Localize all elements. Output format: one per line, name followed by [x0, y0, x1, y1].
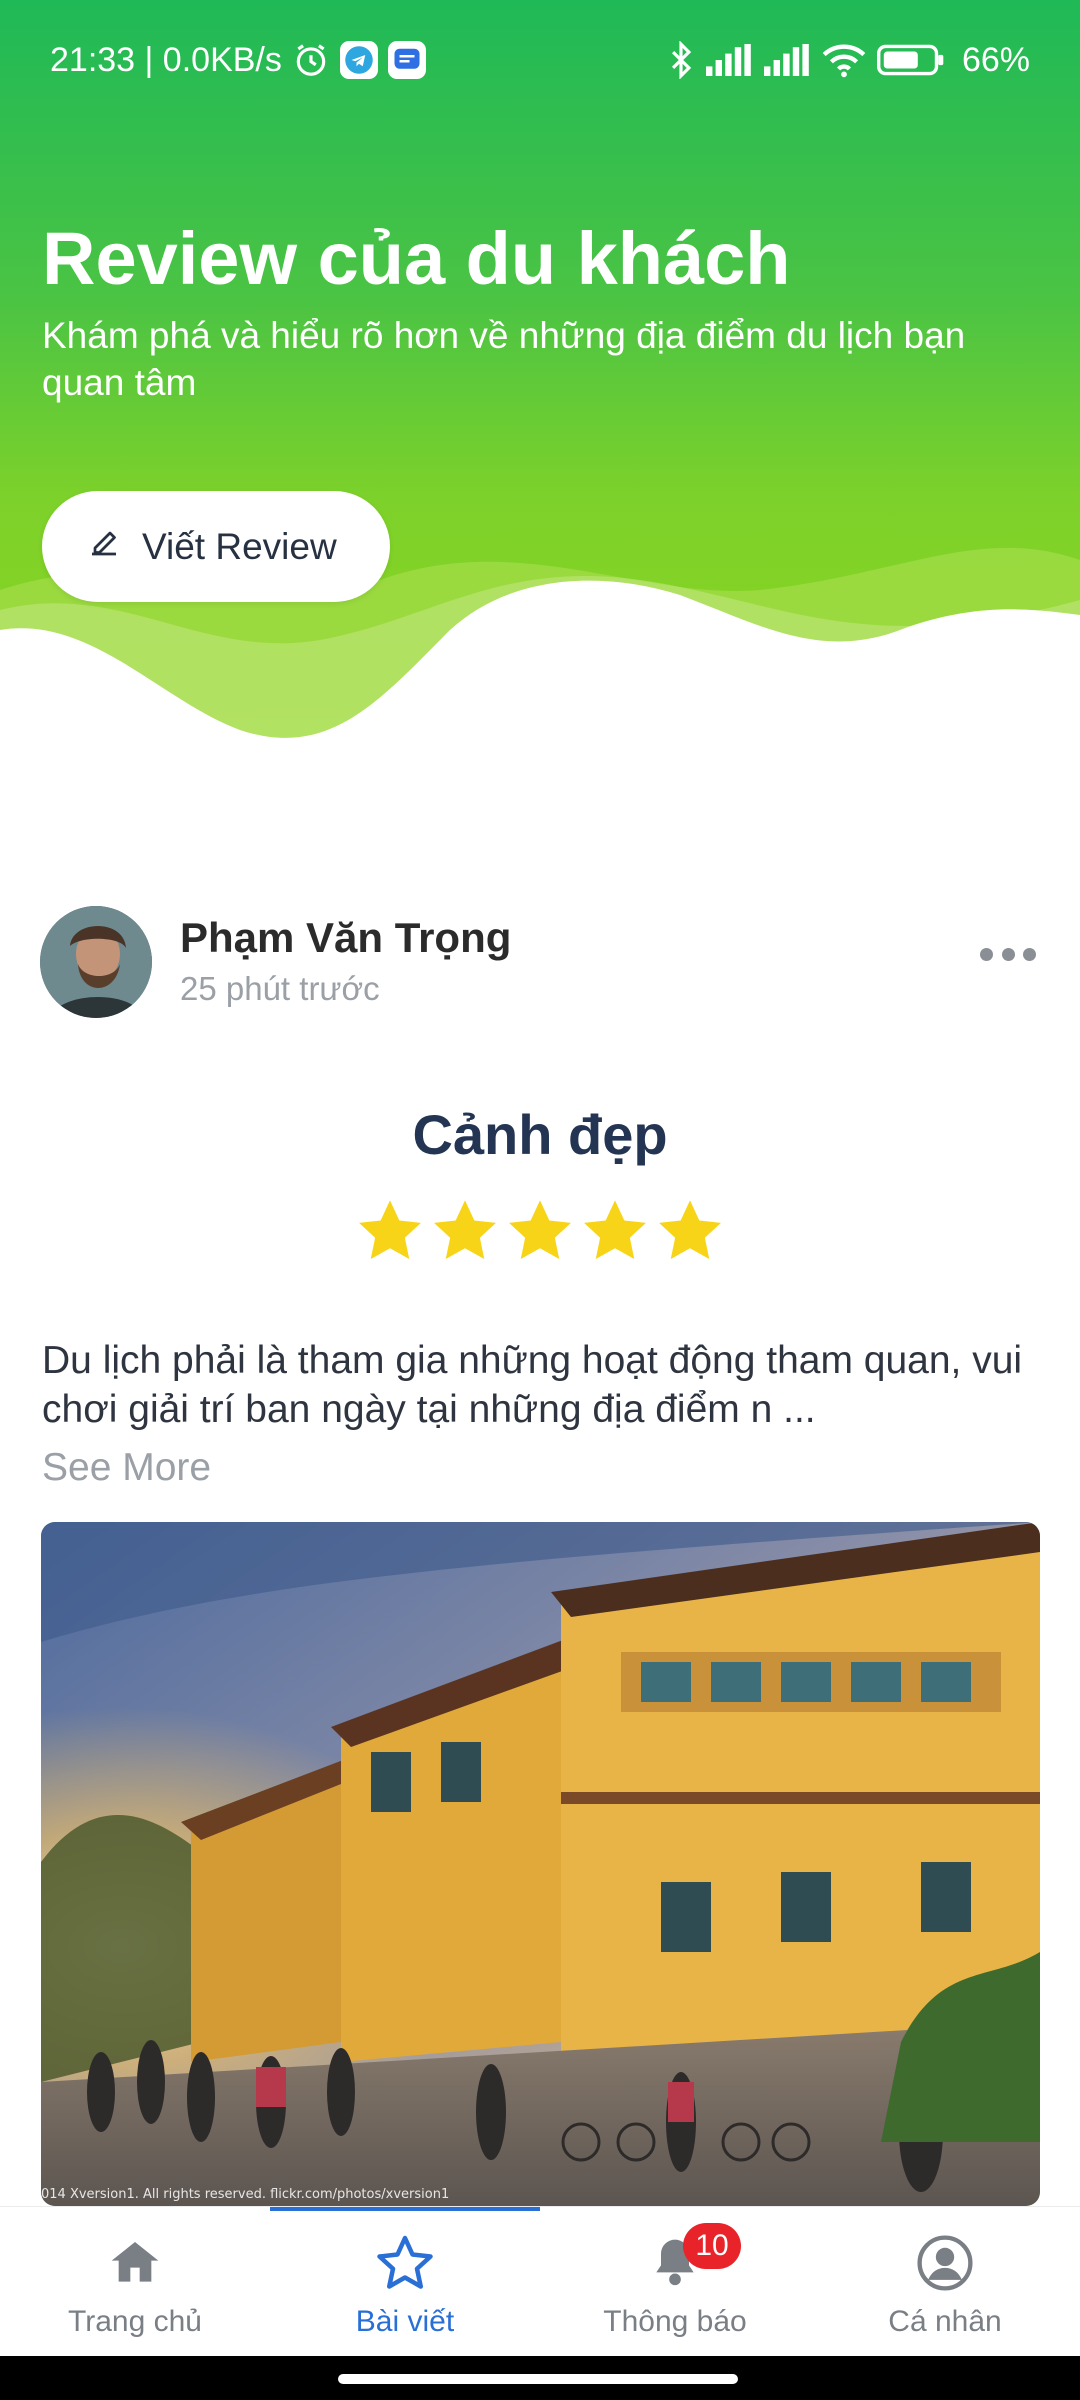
- status-bar: 21:33 | 0.0KB/s 66%: [0, 0, 1080, 120]
- star-icon: [375, 2233, 435, 2293]
- nav-posts-label: Bài viết: [355, 2305, 455, 2338]
- write-review-button[interactable]: Viết Review: [42, 491, 390, 602]
- star-icon: [359, 1200, 421, 1259]
- home-gesture-bar[interactable]: [338, 2374, 738, 2384]
- avatar[interactable]: [40, 906, 152, 1018]
- star-icon: [584, 1200, 646, 1259]
- wifi-icon: [822, 42, 866, 78]
- nav-notifications[interactable]: 10 Thông báo: [540, 2207, 810, 2357]
- star-icon: [434, 1200, 496, 1259]
- telegram-icon: [339, 41, 378, 79]
- battery-icon: [876, 43, 946, 77]
- signal-icon: [763, 43, 812, 77]
- see-more-link[interactable]: See More: [42, 1446, 211, 1490]
- nav-posts[interactable]: Bài viết: [270, 2207, 540, 2357]
- bluetooth-icon: [666, 41, 696, 79]
- bell-icon: 10: [645, 2223, 741, 2293]
- author-name[interactable]: Phạm Văn Trọng: [180, 914, 511, 962]
- signal-icon: [705, 43, 754, 77]
- review-text: Du lịch phải là tham gia những hoạt động…: [42, 1339, 1023, 1431]
- pencil-icon: [86, 524, 122, 569]
- message-icon: [387, 41, 426, 79]
- header-banner: 21:33 | 0.0KB/s 66% Review của du khách …: [0, 0, 1080, 760]
- user-icon: [915, 2233, 975, 2293]
- notification-badge: 10: [683, 2223, 741, 2269]
- review-title: Cảnh đẹp: [412, 1103, 668, 1166]
- status-time: 21:33 | 0.0KB/s: [50, 40, 282, 79]
- nav-home-label: Trang chủ: [68, 2305, 202, 2338]
- page-title: Review của du khách: [42, 217, 791, 300]
- battery-level: 66%: [961, 40, 1030, 79]
- post-header: Phạm Văn Trọng 25 phút trước: [40, 906, 1040, 1018]
- more-options-icon[interactable]: [980, 942, 1036, 966]
- nav-home[interactable]: Trang chủ: [0, 2207, 270, 2357]
- bottom-navigation: Trang chủ Bài viết 10 Thông báo Cá nhân: [0, 2206, 1080, 2356]
- home-icon: [105, 2233, 165, 2293]
- alarm-icon: [292, 41, 330, 79]
- nav-profile[interactable]: Cá nhân: [810, 2207, 1080, 2357]
- star-icon: [659, 1200, 721, 1259]
- rating-stars: [355, 1196, 725, 1272]
- post-time: 25 phút trước: [180, 970, 380, 1007]
- nav-profile-label: Cá nhân: [888, 2305, 1002, 2338]
- nav-notifications-label: Thông báo: [603, 2305, 747, 2338]
- photo-caption: 014 Xversion1. All rights reserved. flic…: [41, 2187, 450, 2202]
- write-review-label: Viết Review: [142, 525, 337, 567]
- star-icon: [509, 1200, 571, 1259]
- post-photo[interactable]: 014 Xversion1. All rights reserved. flic…: [41, 1522, 1040, 2206]
- page-subtitle: Khám phá và hiểu rõ hơn về những địa điể…: [42, 315, 966, 403]
